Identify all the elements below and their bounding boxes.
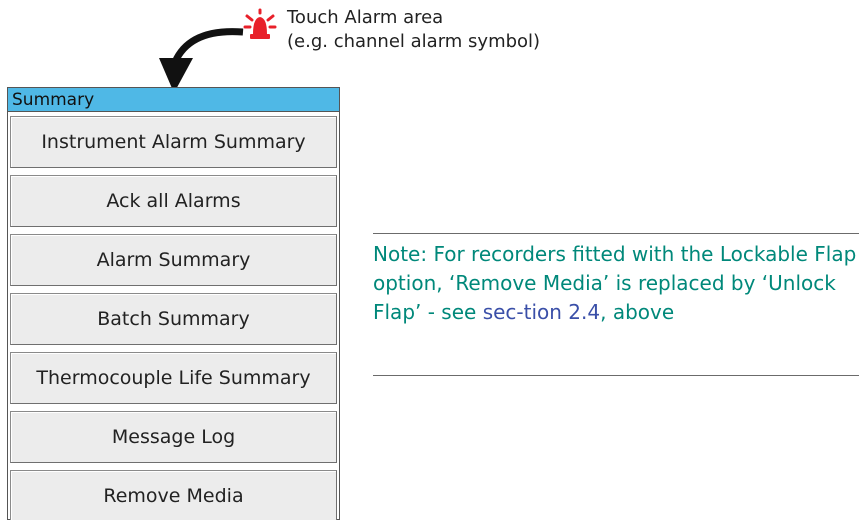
batch-summary-button[interactable]: Batch Summary bbox=[10, 293, 337, 345]
page: Touch Alarm area (e.g. channel alarm sym… bbox=[0, 0, 863, 520]
note-text-end: , above bbox=[600, 300, 675, 324]
instrument-alarm-summary-button[interactable]: Instrument Alarm Summary bbox=[10, 116, 337, 168]
message-log-button[interactable]: Message Log bbox=[10, 411, 337, 463]
callout-text: Touch Alarm area (e.g. channel alarm sym… bbox=[287, 6, 540, 54]
note-bottom-rule bbox=[373, 375, 859, 376]
thermocouple-life-summary-button[interactable]: Thermocouple Life Summary bbox=[10, 352, 337, 404]
callout-line1: Touch Alarm area bbox=[287, 7, 444, 28]
alarm-summary-button[interactable]: Alarm Summary bbox=[10, 234, 337, 286]
pointer-arrow-icon bbox=[159, 28, 244, 93]
ack-all-alarms-button[interactable]: Ack all Alarms bbox=[10, 175, 337, 227]
section-link[interactable]: sec-tion 2.4 bbox=[483, 300, 600, 324]
note-top-rule bbox=[373, 233, 859, 234]
callout-line2: (e.g. channel alarm symbol) bbox=[287, 31, 541, 52]
note: Note: For recorders fitted with the Lock… bbox=[373, 240, 859, 327]
menu-title: Summary bbox=[8, 88, 339, 112]
remove-media-button[interactable]: Remove Media bbox=[10, 470, 337, 520]
summary-menu: Summary Instrument Alarm Summary Ack all… bbox=[7, 87, 340, 520]
